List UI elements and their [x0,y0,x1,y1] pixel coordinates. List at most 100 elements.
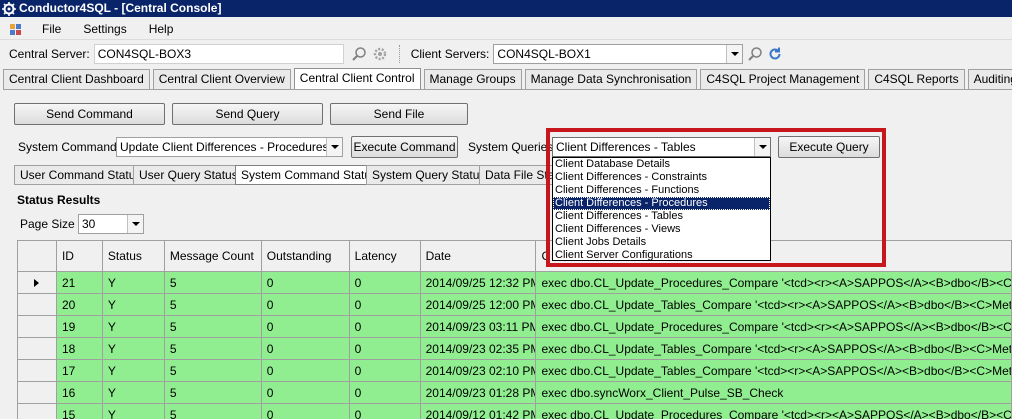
cell-outstanding[interactable]: 0 [261,316,350,338]
client-servers-select[interactable]: CON4SQL-BOX1 [493,44,744,64]
tab-central-client-dashboard[interactable]: Central Client Dashboard [3,69,150,90]
cell-command[interactable]: exec dbo.CL_Update_Tables_Compare '<tcd>… [536,360,1012,382]
tab-data-file-status[interactable]: Data File Sta [479,165,554,185]
row-header-cell[interactable] [18,382,57,404]
table-row[interactable]: 19 Y 5 0 0 2014/09/23 03:11 PM exec dbo.CL_Upd… [18,316,1012,338]
dropdown-option[interactable]: Client Jobs Details [553,236,770,249]
cell-date[interactable]: 2014/09/23 03:11 PM [420,316,537,338]
dropdown-option-highlighted[interactable]: Client Differences - Procedures [553,197,770,210]
cell-outstanding[interactable]: 0 [261,360,350,382]
cell-outstanding[interactable]: 0 [261,338,350,360]
cell-date[interactable]: 2014/09/25 12:32 PM [420,272,537,294]
cell-outstanding[interactable]: 0 [261,272,350,294]
cell-date[interactable]: 2014/09/23 02:35 PM [420,338,537,360]
cell-latency[interactable]: 0 [349,338,421,360]
dropdown-option[interactable]: Client Differences - Constraints [553,171,770,184]
client-search-icon[interactable] [746,45,764,63]
tab-manage-data-synchronisation[interactable]: Manage Data Synchronisation [524,69,698,90]
cell-message-count[interactable]: 5 [164,404,262,419]
tab-user-query-status[interactable]: User Query Status [133,165,244,185]
chevron-down-icon[interactable] [326,138,342,156]
dropdown-option[interactable]: Client Differences - Functions [553,184,770,197]
dropdown-option[interactable]: Client Differences - Views [553,223,770,236]
dropdown-option[interactable]: Client Differences - Tables [553,210,770,223]
cell-command[interactable]: exec dbo.CL_Update_Tables_Compare '<tcd>… [536,338,1012,360]
page-size-select[interactable]: 30 [78,214,144,234]
row-header-cell[interactable] [18,338,57,360]
send-file-button[interactable]: Send File [330,103,468,125]
execute-query-button[interactable]: Execute Query [778,136,880,158]
cell-command[interactable]: exec dbo.syncWorx_Client_Pulse_SB_Check [536,382,1012,404]
system-commands-select[interactable]: Update Client Differences - Procedures [116,137,343,157]
cell-id[interactable]: 19 [56,316,103,338]
cell-status[interactable]: Y [102,294,165,316]
send-query-button[interactable]: Send Query [172,103,323,125]
tab-system-query-status[interactable]: System Query Status [366,165,492,185]
cell-status[interactable]: Y [102,272,165,294]
column-header-id[interactable]: ID [56,241,103,272]
tab-system-command-status[interactable]: System Command Status [235,165,384,185]
cell-date[interactable]: 2014/09/23 01:28 PM [420,382,537,404]
cell-message-count[interactable]: 5 [164,360,262,382]
column-header-date[interactable]: Date [420,241,537,272]
cell-date[interactable]: 2014/09/25 12:00 PM [420,294,537,316]
menu-settings[interactable]: Settings [72,18,137,40]
dropdown-option[interactable]: Client Database Details [553,158,770,171]
cell-message-count[interactable]: 5 [164,294,262,316]
cell-latency[interactable]: 0 [349,404,421,419]
settings-gear-icon[interactable] [371,45,389,63]
table-row[interactable]: 21 Y 5 0 0 2014/09/25 12:32 PM exec dbo.CL_Upd… [18,272,1012,294]
cell-id[interactable]: 15 [56,404,103,419]
central-server-field[interactable]: CON4SQL-BOX3 [93,44,344,64]
cell-id[interactable]: 16 [56,382,103,404]
cell-id[interactable]: 20 [56,294,103,316]
cell-message-count[interactable]: 5 [164,382,262,404]
table-row[interactable]: 17 Y 5 0 0 2014/09/23 02:10 PM exec dbo.CL_Upd… [18,360,1012,382]
column-header-message-count[interactable]: Message Count [164,241,262,272]
chevron-down-icon[interactable] [754,138,770,156]
cell-date[interactable]: 2014/09/12 01:42 PM [420,404,537,419]
row-header-cell[interactable] [18,272,57,294]
cell-message-count[interactable]: 5 [164,272,262,294]
system-queries-dropdown[interactable]: Client Database Details Client Differenc… [552,157,771,261]
cell-status[interactable]: Y [102,382,165,404]
cell-id[interactable]: 21 [56,272,103,294]
column-header-latency[interactable]: Latency [349,241,421,272]
tab-c4sql-project-management[interactable]: C4SQL Project Management [700,69,866,90]
column-header-outstanding[interactable]: Outstanding [261,241,350,272]
row-header-cell[interactable] [18,404,57,419]
cell-status[interactable]: Y [102,316,165,338]
cell-outstanding[interactable]: 0 [261,404,350,419]
cell-message-count[interactable]: 5 [164,316,262,338]
column-header-status[interactable]: Status [102,241,165,272]
cell-message-count[interactable]: 5 [164,338,262,360]
refresh-icon[interactable] [766,45,784,63]
cell-status[interactable]: Y [102,338,165,360]
cell-latency[interactable]: 0 [349,382,421,404]
cell-command[interactable]: exec dbo.CL_Update_Tables_Compare '<tcd>… [536,294,1012,316]
cell-command[interactable]: exec dbo.CL_Update_Procedures_Compare '<… [536,272,1012,294]
chevron-down-icon[interactable] [127,215,143,233]
cell-latency[interactable]: 0 [349,294,421,316]
tab-central-client-control[interactable]: Central Client Control [293,68,421,90]
cell-id[interactable]: 18 [56,338,103,360]
cell-status[interactable]: Y [102,404,165,419]
cell-command[interactable]: exec dbo.CL_Update_Procedures_Compare '<… [536,404,1012,419]
status-results-grid[interactable]: ID Status Message Count Outstanding Late… [17,240,1012,419]
menu-help[interactable]: Help [138,18,185,40]
send-command-button[interactable]: Send Command [14,103,165,125]
table-row[interactable]: 16 Y 5 0 0 2014/09/23 01:28 PM exec dbo.syncWo… [18,382,1012,404]
tab-central-client-overview[interactable]: Central Client Overview [152,69,291,90]
system-queries-select[interactable]: Client Differences - Tables [552,137,771,157]
cell-latency[interactable]: 0 [349,316,421,338]
table-row[interactable]: 18 Y 5 0 0 2014/09/23 02:35 PM exec dbo.CL_Upd… [18,338,1012,360]
cell-outstanding[interactable]: 0 [261,382,350,404]
search-icon[interactable] [350,45,368,63]
tab-user-command-status[interactable]: User Command Status [14,165,148,185]
row-header-cell[interactable] [18,360,57,382]
table-row[interactable]: 20 Y 5 0 0 2014/09/25 12:00 PM exec dbo.CL_Upd… [18,294,1012,316]
cell-id[interactable]: 17 [56,360,103,382]
chevron-down-icon[interactable] [726,45,743,63]
cell-latency[interactable]: 0 [349,360,421,382]
cell-command[interactable]: exec dbo.CL_Update_Procedures_Compare '<… [536,316,1012,338]
